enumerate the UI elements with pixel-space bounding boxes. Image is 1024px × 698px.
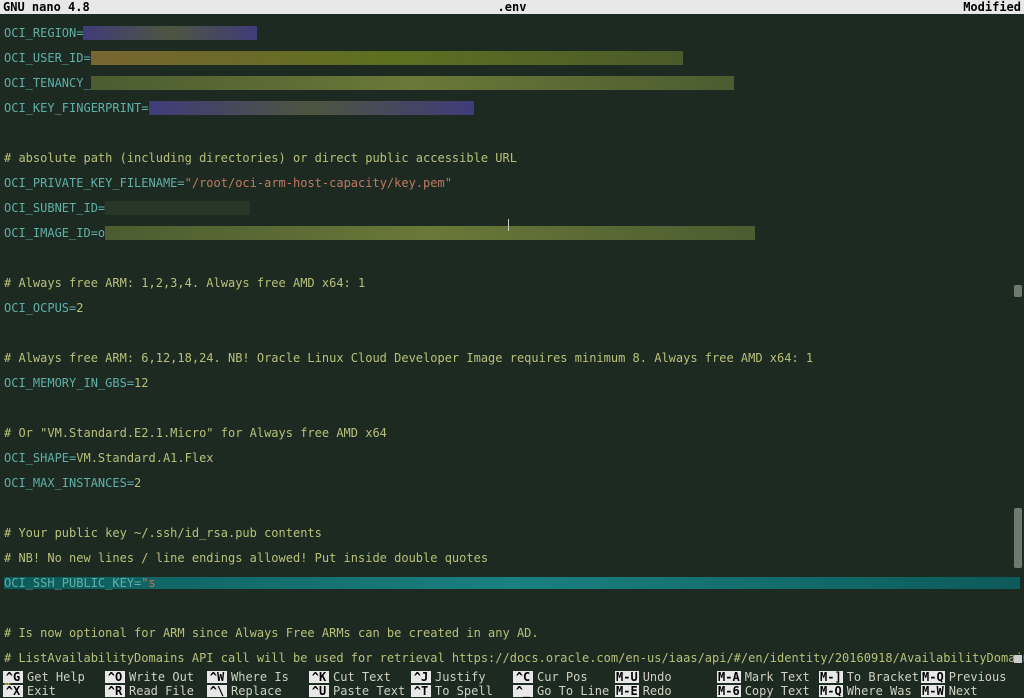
blank-line [4, 327, 1020, 340]
comment: # Always free ARM: 1,2,3,4. Always free … [4, 276, 365, 290]
help-get-help[interactable]: ^GGet Help [3, 670, 103, 684]
help-previous[interactable]: M-QPrevious [921, 670, 1021, 684]
env-var: OCI_SUBNET_ID= [4, 201, 105, 215]
status: Modified [963, 1, 1021, 14]
redacted-value [91, 51, 683, 65]
env-value: 2 [76, 301, 83, 315]
redacted-value [149, 101, 474, 115]
comment: # Always free ARM: 6,12,18,24. NB! Oracl… [4, 351, 813, 365]
env-var: OCI_IMAGE_ID=o [4, 226, 105, 240]
env-var: OCI_TENANCY_ [4, 76, 91, 90]
help-replace[interactable]: ^\Replace [207, 684, 307, 698]
env-var: OCI_REGION= [4, 26, 83, 40]
scroll-down-icon[interactable] [1014, 655, 1022, 663]
comment: # Is now optional for ARM since Always F… [4, 626, 539, 640]
comment: # Your public key ~/.ssh/id_rsa.pub cont… [4, 526, 322, 540]
app-name: GNU nano 4.8 [3, 1, 90, 14]
env-var: OCI_OCPUS= [4, 301, 76, 315]
text-cursor [508, 219, 509, 231]
help-undo[interactable]: M-UUndo [615, 670, 715, 684]
comment: # Or "VM.Standard.E2.1.Micro" for Always… [4, 426, 387, 440]
env-var: OCI_MEMORY_IN_GBS= [4, 376, 134, 390]
env-var: OCI_SSH_PUBLIC_KEY= [4, 576, 141, 590]
blank-line [4, 402, 1020, 415]
env-var: OCI_MAX_INSTANCES= [4, 476, 134, 490]
env-var: OCI_USER_ID= [4, 51, 91, 65]
help-justify[interactable]: ^JJustify [411, 670, 511, 684]
help-copy-text[interactable]: M-6Copy Text [717, 684, 817, 698]
env-value: 2 [134, 476, 141, 490]
env-var: OCI_KEY_FINGERPRINT= [4, 101, 149, 115]
redacted-value [105, 201, 250, 215]
redacted-value [105, 226, 755, 240]
help-to-spell[interactable]: ^TTo Spell [411, 684, 511, 698]
redacted-value [83, 26, 256, 40]
scroll-thumb[interactable] [1014, 508, 1022, 568]
titlebar: GNU nano 4.8 .env Modified [0, 0, 1024, 14]
env-value: "/root/oci-arm-host-capacity/key.pem" [185, 176, 452, 190]
env-value: 12 [134, 376, 148, 390]
redacted-value [91, 76, 734, 90]
help-where-is[interactable]: ^WWhere Is [207, 670, 307, 684]
help-cut-text[interactable]: ^KCut Text [309, 670, 409, 684]
help-write-out[interactable]: ^OWrite Out [105, 670, 205, 684]
help-read-file[interactable]: ^RRead File [105, 684, 205, 698]
help-redo[interactable]: M-ERedo [615, 684, 715, 698]
env-value: VM.Standard.A1.Flex [76, 451, 213, 465]
comment: # NB! No new lines / line endings allowe… [4, 551, 488, 565]
help-paste-text[interactable]: ^UPaste Text [309, 684, 409, 698]
env-value: "s [141, 576, 155, 590]
help-exit[interactable]: ^XExit [3, 684, 103, 698]
env-var: OCI_PRIVATE_KEY_FILENAME= [4, 176, 185, 190]
help-next[interactable]: M-WNext [921, 684, 1021, 698]
help-bar: ^GGet Help ^OWrite Out ^WWhere Is ^KCut … [0, 670, 1024, 698]
blank-line [4, 602, 1020, 615]
help-to-bracket[interactable]: M-]To Bracket [819, 670, 919, 684]
filename: .env [498, 1, 527, 14]
scroll-mark[interactable] [1014, 285, 1022, 297]
blank-line [4, 127, 1020, 140]
help-go-to-line[interactable]: ^_Go To Line [513, 684, 613, 698]
comment: # ListAvailabilityDomains API call will … [4, 651, 1024, 665]
help-where-was[interactable]: M-QWhere Was [819, 684, 919, 698]
blank-line [4, 502, 1020, 515]
help-mark-text[interactable]: M-AMark Text [717, 670, 817, 684]
env-var: OCI_SHAPE= [4, 451, 76, 465]
comment: # absolute path (including directories) … [4, 151, 517, 165]
editor-area[interactable]: OCI_REGION= OCI_USER_ID= OCI_TENANCY_ [0, 14, 1024, 698]
blank-line [4, 252, 1020, 265]
help-cur-pos[interactable]: ^CCur Pos [513, 670, 613, 684]
